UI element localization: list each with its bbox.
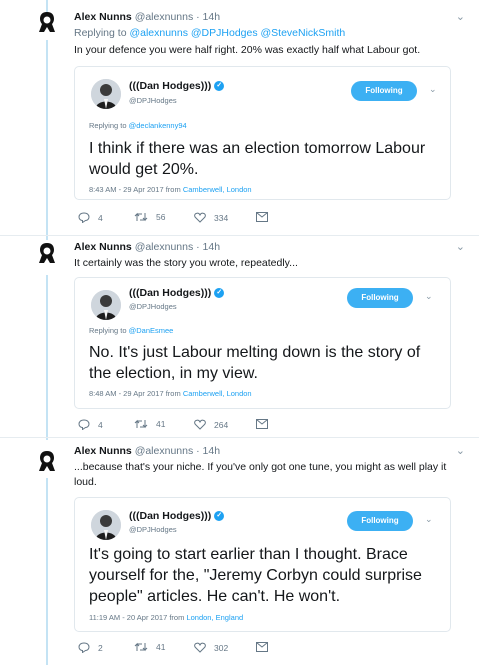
chevron-down-icon[interactable]: ⌄ [456, 444, 465, 457]
quoted-author-name[interactable]: (((Dan Hodges))) [129, 80, 211, 92]
heart-icon [194, 212, 206, 223]
author-name[interactable]: Alex Nunns [74, 445, 132, 457]
quoted-author-handle[interactable]: @DPJHodges [129, 525, 177, 534]
quoted-tweet[interactable]: (((Dan Hodges))) ✓ @DPJHodges Following ⌄… [74, 66, 451, 200]
retweet-count: 56 [156, 212, 166, 222]
avatar[interactable] [36, 241, 58, 265]
quoted-location[interactable]: London, England [186, 613, 243, 622]
envelope-icon [256, 419, 268, 429]
replying-label: Replying to [74, 27, 127, 39]
following-button[interactable]: Following [351, 81, 417, 101]
quoted-timestamp[interactable]: 11:19 AM - 20 Apr 2017 from [89, 613, 184, 622]
chevron-down-icon[interactable]: ⌄ [456, 240, 465, 253]
avatar[interactable] [91, 510, 121, 540]
quoted-timestamp[interactable]: 8:48 AM - 29 Apr 2017 from [89, 389, 181, 398]
quoted-location[interactable]: Camberwell, London [183, 185, 252, 194]
quoted-location[interactable]: Camberwell, London [183, 389, 252, 398]
quoted-tweet-text: I think if there was an election tomorro… [89, 140, 426, 178]
reply-button[interactable]: 2 [78, 642, 103, 653]
retweet-button[interactable]: 56 [134, 212, 165, 222]
reply-icon [78, 642, 90, 653]
tweet-age[interactable]: · 14h [196, 11, 220, 23]
heart-icon [194, 642, 206, 653]
reply-count: 4 [98, 212, 103, 223]
chevron-down-icon[interactable]: ⌄ [425, 514, 433, 525]
quoted-tweet-text: It's going to start earlier than I thoug… [89, 546, 422, 605]
quoted-tweet-text: No. It's just Labour melting down is the… [89, 344, 421, 382]
tweet-text: It certainly was the story you wrote, re… [74, 257, 298, 269]
retweet-count: 41 [156, 419, 166, 429]
avatar[interactable] [36, 10, 58, 34]
quoted-tweet[interactable]: (((Dan Hodges))) ✓ @DPJHodges Following ⌄… [74, 277, 451, 409]
replying-mentions[interactable]: @alexnunns @DPJHodges @SteveNickSmith [129, 27, 345, 39]
reply-icon [78, 419, 90, 430]
retweet-icon [134, 419, 148, 429]
quoted-author-handle[interactable]: @DPJHodges [129, 96, 177, 105]
envelope-icon [256, 642, 268, 652]
tweet[interactable]: Alex Nunns @alexnunns · 14h ⌄ ...because… [0, 438, 479, 665]
avatar[interactable] [36, 449, 58, 473]
chevron-down-icon[interactable]: ⌄ [456, 10, 465, 23]
like-button[interactable]: 334 [194, 212, 228, 223]
following-button[interactable]: Following [347, 288, 413, 308]
heart-icon [194, 419, 206, 430]
like-count: 264 [214, 419, 229, 430]
like-button[interactable]: 302 [194, 642, 228, 653]
direct-message-button[interactable] [256, 212, 268, 222]
reply-button[interactable]: 4 [78, 212, 103, 223]
retweet-icon [134, 642, 148, 652]
tweet-text: ...because that's your niche. If you've … [74, 461, 447, 488]
tweet-age[interactable]: · 14h [196, 445, 220, 457]
avatar[interactable] [91, 290, 121, 320]
like-button[interactable]: 264 [194, 419, 228, 430]
retweet-count: 41 [156, 642, 166, 652]
verified-badge-icon: ✓ [214, 288, 225, 299]
reply-icon [78, 212, 90, 223]
replying-mentions[interactable]: @DanEsmee [129, 326, 174, 335]
like-count: 302 [214, 642, 229, 653]
author-handle[interactable]: @alexnunns [135, 241, 194, 253]
replying-label: Replying to [89, 121, 127, 130]
author-handle[interactable]: @alexnunns [135, 445, 194, 457]
quoted-tweet[interactable]: (((Dan Hodges))) ✓ @DPJHodges Following ⌄… [74, 497, 451, 632]
tweet-age[interactable]: · 14h [196, 241, 220, 253]
envelope-icon [256, 212, 268, 222]
following-button[interactable]: Following [347, 511, 413, 531]
verified-badge-icon: ✓ [214, 81, 225, 92]
direct-message-button[interactable] [256, 419, 268, 429]
replying-label: Replying to [89, 326, 127, 335]
reply-count: 4 [98, 419, 103, 430]
author-name[interactable]: Alex Nunns [74, 11, 132, 23]
replying-mentions[interactable]: @declankenny94 [129, 121, 187, 130]
reply-count: 2 [98, 642, 103, 653]
author-handle[interactable]: @alexnunns [135, 11, 194, 23]
retweet-button[interactable]: 41 [134, 642, 165, 652]
like-count: 334 [214, 212, 229, 223]
avatar[interactable] [91, 79, 121, 109]
tweet[interactable]: Alex Nunns @alexnunns · 14h ⌄ Replying t… [0, 0, 479, 238]
quoted-timestamp[interactable]: 8:43 AM - 29 Apr 2017 from [89, 185, 181, 194]
chevron-down-icon[interactable]: ⌄ [425, 291, 433, 302]
quoted-author-name[interactable]: (((Dan Hodges))) [129, 287, 211, 299]
chevron-down-icon[interactable]: ⌄ [429, 84, 437, 95]
retweet-icon [134, 212, 148, 222]
author-name[interactable]: Alex Nunns [74, 241, 132, 253]
verified-badge-icon: ✓ [214, 511, 225, 522]
retweet-button[interactable]: 41 [134, 419, 165, 429]
direct-message-button[interactable] [256, 642, 268, 652]
reply-button[interactable]: 4 [78, 419, 103, 430]
quoted-author-name[interactable]: (((Dan Hodges))) [129, 510, 211, 522]
tweet-text: In your defence you were half right. 20%… [74, 44, 421, 56]
quoted-author-handle[interactable]: @DPJHodges [129, 302, 177, 311]
tweet[interactable]: Alex Nunns @alexnunns · 14h ⌄ It certain… [0, 236, 479, 436]
